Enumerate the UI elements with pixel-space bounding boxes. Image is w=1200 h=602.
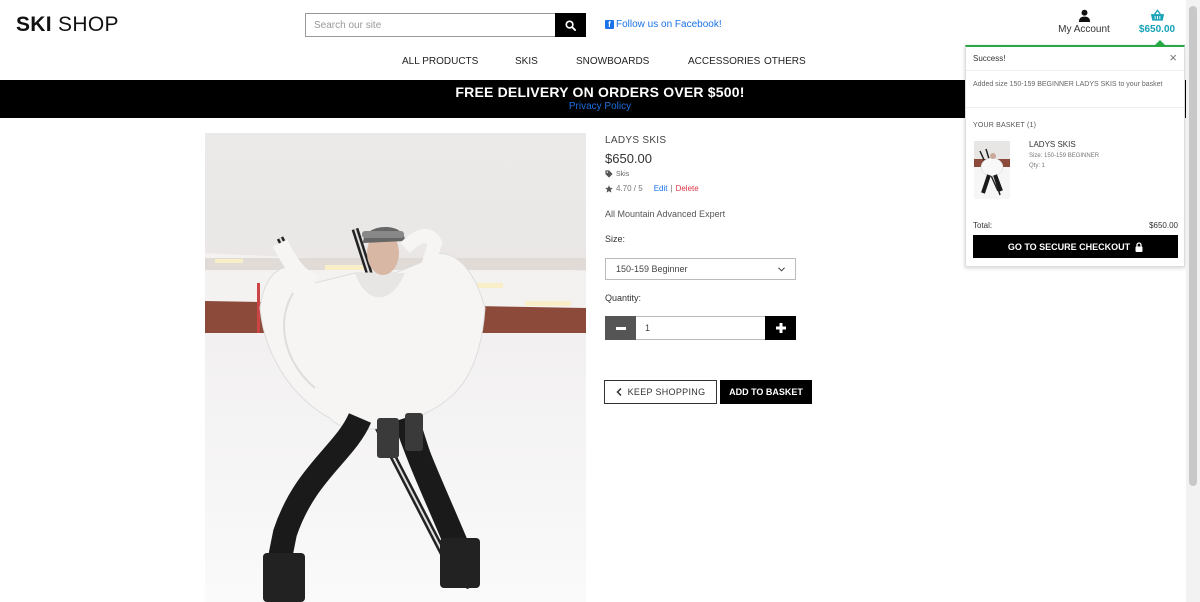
tag-icon: [605, 170, 613, 178]
quantity-label: Quantity:: [605, 293, 642, 303]
my-account-link[interactable]: My Account: [1052, 9, 1116, 35]
toast-title: Success!: [973, 54, 1006, 63]
toast-message: Added size 150-159 BEGINNER LADYS SKIS t…: [966, 71, 1184, 108]
logo-light: SHOP: [51, 13, 119, 36]
basket-link[interactable]: $650.00: [1134, 9, 1180, 35]
facebook-label: Follow us on Facebook!: [616, 19, 722, 30]
add-to-basket-button[interactable]: ADD TO BASKET: [720, 380, 812, 404]
nav-skis[interactable]: SKIS: [515, 56, 538, 67]
star-icon: [605, 184, 613, 193]
plus-icon: [775, 323, 786, 333]
link-separator: |: [670, 184, 673, 193]
facebook-link[interactable]: f Follow us on Facebook!: [605, 19, 722, 30]
product-rating: 4.70 / 5 Edit | Delete: [605, 184, 699, 193]
size-label: Size:: [605, 234, 626, 244]
checkout-label: GO TO SECURE CHECKOUT: [1007, 241, 1131, 252]
search-icon: [565, 19, 576, 31]
scrollbar-thumb[interactable]: [1189, 6, 1197, 486]
nav-others[interactable]: OTHERS: [764, 56, 806, 67]
product-price: $650.00: [605, 151, 652, 166]
close-icon[interactable]: ×: [1169, 51, 1177, 64]
basket-total: $650.00: [1138, 24, 1176, 35]
toast-item-thumbnail: [974, 141, 1010, 199]
product-description: All Mountain Advanced Expert: [605, 209, 726, 219]
keep-shopping-button[interactable]: KEEP SHOPPING: [604, 380, 717, 404]
chevron-down-icon: [778, 266, 785, 272]
chevron-left-icon: [616, 388, 622, 396]
product-category[interactable]: Skis: [605, 170, 629, 178]
size-select[interactable]: 150-159 Beginner: [605, 258, 796, 280]
my-account-label: My Account: [1058, 24, 1110, 35]
toast-total-label: Total:: [973, 221, 993, 230]
category-label: Skis: [616, 170, 630, 178]
toast-item-name: LADYS SKIS: [1029, 140, 1076, 149]
toast-total-row: Total: $650.00: [973, 221, 1178, 230]
minus-icon: [615, 326, 626, 330]
user-icon: [1078, 9, 1090, 22]
toast-basket-heading: YOUR BASKET (1): [973, 122, 1037, 129]
logo-bold: SKI: [16, 13, 52, 36]
page-scrollbar[interactable]: [1186, 0, 1200, 602]
search-input[interactable]: [305, 13, 555, 37]
secure-checkout-button[interactable]: GO TO SECURE CHECKOUT: [973, 235, 1178, 258]
quantity-stepper: 1: [605, 316, 796, 340]
toast-item-qty: Qty: 1: [1029, 163, 1046, 169]
facebook-icon: f: [605, 20, 614, 29]
add-to-basket-label: ADD TO BASKET: [729, 387, 803, 397]
search-button[interactable]: [555, 13, 586, 37]
toast-total-value: $650.00: [1149, 221, 1178, 230]
basket-icon: [1150, 9, 1164, 21]
rating-value: 4.70 / 5: [616, 184, 643, 193]
quantity-input[interactable]: 1: [636, 316, 765, 340]
site-logo[interactable]: SKI SHOP: [16, 13, 119, 37]
nav-accessories[interactable]: ACCESSORIES: [688, 56, 760, 67]
toast-header: Success! ×: [966, 47, 1184, 71]
increment-button[interactable]: [765, 316, 796, 340]
delete-link[interactable]: Delete: [676, 184, 699, 193]
keep-shopping-label: KEEP SHOPPING: [627, 387, 706, 397]
lock-icon: [1135, 241, 1143, 252]
toast-item-size: Size: 150-159 BEGINNER: [1029, 153, 1100, 159]
size-select-value: 150-159 Beginner: [616, 264, 688, 274]
decrement-button[interactable]: [605, 316, 636, 340]
nav-snowboards[interactable]: SNOWBOARDS: [576, 56, 649, 67]
product-name: LADYS SKIS: [605, 135, 667, 146]
edit-link[interactable]: Edit: [654, 184, 668, 193]
toast-arrow: [1154, 40, 1166, 46]
toast-basket-item: LADYS SKIS Size: 150-159 BEGINNER Qty: 1: [966, 129, 1184, 201]
product-image: [205, 133, 586, 602]
search-form: [305, 13, 586, 37]
nav-all-products[interactable]: ALL PRODUCTS: [402, 56, 478, 67]
success-toast: Success! × Added size 150-159 BEGINNER L…: [965, 40, 1185, 267]
